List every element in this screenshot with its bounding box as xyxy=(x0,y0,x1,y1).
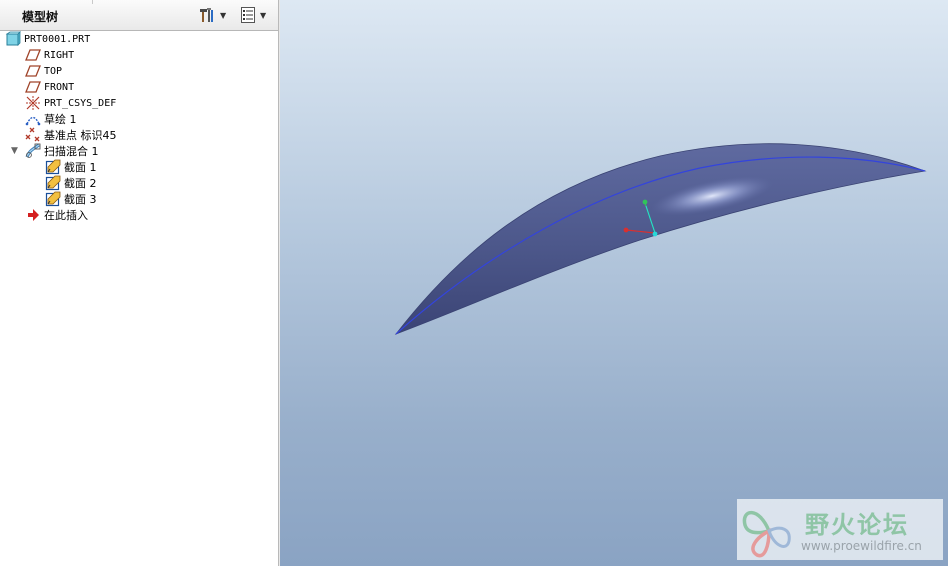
expand-toggle-icon[interactable]: ▼ xyxy=(11,146,18,156)
tree-item-section-1[interactable]: 截面 1 xyxy=(45,159,97,175)
tree-show-button[interactable]: ▼ xyxy=(240,5,266,25)
model-canvas xyxy=(394,143,927,335)
tree-item-label: 草绘 1 xyxy=(44,113,77,126)
section-icon xyxy=(45,159,61,175)
model-tree-header: 模型树 ▼ ▼ xyxy=(0,0,278,31)
tree-item-part[interactable]: PRT0001.PRT xyxy=(5,31,90,47)
tree-item-label: 扫描混合 1 xyxy=(44,145,99,158)
tree-item-right-plane[interactable]: RIGHT xyxy=(25,47,74,63)
section-icon xyxy=(45,191,61,207)
tree-item-label: 截面 1 xyxy=(64,161,97,174)
hammer-settings-icon xyxy=(200,8,213,22)
tree-item-label: 在此插入 xyxy=(44,209,88,222)
butterfly-logo-icon xyxy=(742,510,791,558)
datum-point-icon xyxy=(25,127,40,142)
csys-icon xyxy=(26,96,40,110)
chevron-down-icon: ▼ xyxy=(260,10,267,20)
tree-item-label: PRT0001.PRT xyxy=(24,33,91,45)
tree-item-label: TOP xyxy=(44,65,63,77)
pro-engineer-window: 模型树 ▼ ▼ PRT0001.PRT RIGHT TOP FRONT PRT_… xyxy=(0,0,948,566)
model-tree-title: 模型树 xyxy=(22,10,59,24)
chevron-down-icon: ▼ xyxy=(220,10,227,20)
section-icon xyxy=(45,175,61,191)
datum-plane-icon xyxy=(25,49,41,61)
tree-item-label: RIGHT xyxy=(44,49,75,61)
tree-item-label: PRT_CSYS_DEF xyxy=(44,97,117,109)
datum-plane-icon xyxy=(25,65,41,77)
watermark-url: www.proewildfire.cn xyxy=(801,539,922,553)
tree-item-section-3[interactable]: 截面 3 xyxy=(45,191,97,207)
sketch-icon xyxy=(25,116,41,126)
tree-item-front-plane[interactable]: FRONT xyxy=(25,79,74,95)
tree-item-insert-here[interactable]: 在此插入 xyxy=(25,207,88,223)
forum-watermark: 野火论坛 www.proewildfire.cn xyxy=(737,499,943,560)
tree-item-top-plane[interactable]: TOP xyxy=(25,63,62,79)
tree-item-label: 基准点 标识45 xyxy=(44,129,117,142)
tree-item-label: 截面 3 xyxy=(64,193,97,206)
graphics-viewport[interactable] xyxy=(279,0,948,566)
insert-here-arrow-icon xyxy=(28,209,39,221)
part-icon xyxy=(5,31,21,46)
model-tree-panel: 模型树 ▼ ▼ PRT0001.PRT RIGHT TOP FRONT PRT_… xyxy=(0,0,279,566)
watermark-title: 野火论坛 xyxy=(805,511,909,539)
tree-item-sketch[interactable]: 草绘 1 xyxy=(25,111,77,127)
swept-blend-surface[interactable] xyxy=(394,143,927,335)
tree-item-datum-point[interactable]: 基准点 标识45 xyxy=(25,127,117,143)
tree-item-csys[interactable]: PRT_CSYS_DEF xyxy=(25,95,116,111)
tree-item-label: FRONT xyxy=(44,81,75,93)
tree-item-label: 截面 2 xyxy=(64,177,97,190)
datum-plane-icon xyxy=(25,81,41,93)
swept-blend-icon xyxy=(25,143,41,158)
tree-item-section-2[interactable]: 截面 2 xyxy=(45,175,97,191)
tab-divider xyxy=(82,0,93,4)
tree-settings-button[interactable]: ▼ xyxy=(198,5,226,25)
tree-columns-icon xyxy=(241,7,255,23)
tree-item-swept-blend[interactable]: 扫描混合 1 xyxy=(25,143,99,159)
